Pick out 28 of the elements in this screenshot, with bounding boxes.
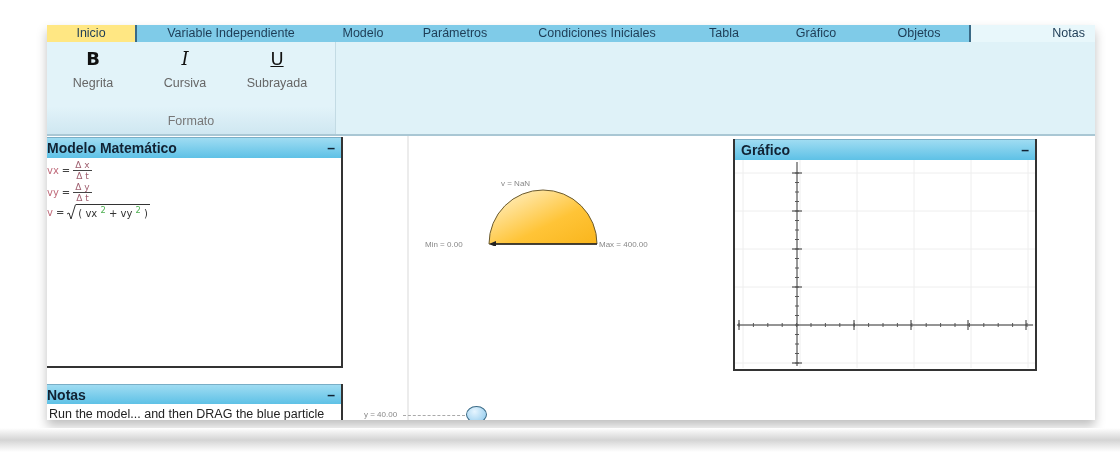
gauge-max-label: Max = 400.00	[599, 240, 648, 249]
minimize-button[interactable]: –	[327, 140, 335, 156]
particle[interactable]	[466, 406, 487, 420]
radical-icon	[67, 204, 77, 220]
window-title: Notas	[47, 386, 86, 403]
ribbon-tab[interactable]: Modelo	[325, 25, 401, 42]
gauge-min-label: Min = 0.00	[425, 240, 463, 249]
window-title: Modelo Matemático	[47, 140, 177, 156]
ribbon-tab[interactable]: Variable Independiente	[137, 25, 325, 42]
minimize-button[interactable]: –	[1021, 142, 1029, 158]
ribbon-tab[interactable]: Parámetros	[401, 25, 509, 42]
particle-label: y = 40.00	[364, 410, 398, 419]
ribbon-tab[interactable]: Tabla	[685, 25, 763, 42]
format-button[interactable]: U Subrayada	[231, 42, 323, 114]
ribbon-tab[interactable]: Objetos	[869, 25, 969, 42]
ribbon-tab[interactable]: Condiciones Iniciales	[509, 25, 685, 42]
group-label: Formato	[167, 114, 215, 128]
window-title: Gráfico	[741, 142, 790, 158]
notes-text: Run the model... and then DRAG the blue particle	[48, 406, 326, 420]
ribbon-tab[interactable]: Inicio	[47, 25, 137, 42]
gauge-reading: v = NaN	[501, 179, 531, 188]
ribbon-tab[interactable]: Gráfico	[763, 25, 869, 42]
format-button[interactable]: B Negrita	[47, 42, 139, 114]
ribbon-tab[interactable]: Notas	[969, 25, 1095, 42]
format-button[interactable]: I Cursiva	[139, 42, 231, 114]
leader-line	[403, 415, 465, 416]
equation: v = ( vx $^{2}$ + vy $^{2}$ )	[47, 204, 151, 220]
minimize-button[interactable]: –	[327, 386, 335, 403]
